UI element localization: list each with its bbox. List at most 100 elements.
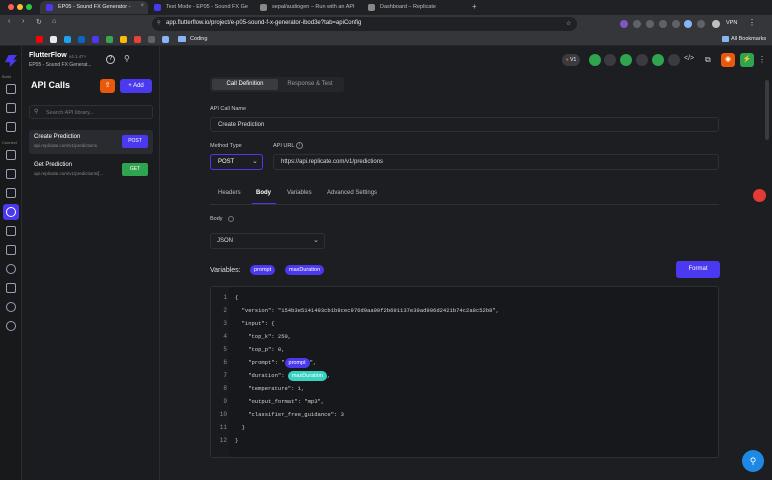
preview-eye-icon[interactable]: ◉ xyxy=(721,53,735,67)
info-icon[interactable] xyxy=(228,216,234,222)
check-status-icon[interactable] xyxy=(620,54,632,66)
back-icon[interactable]: ‹ xyxy=(8,18,10,25)
subtab-body[interactable]: Body xyxy=(256,190,271,196)
status-icon[interactable] xyxy=(604,54,616,66)
scrollbar[interactable] xyxy=(765,80,769,140)
status-icon[interactable] xyxy=(668,54,680,66)
upload-icon[interactable]: ⇪ xyxy=(100,79,115,93)
api-call-name-input[interactable]: Create Prediction xyxy=(210,117,719,132)
all-bookmarks[interactable]: All Bookmarks xyxy=(731,36,766,42)
maximize-window-icon[interactable] xyxy=(26,4,32,10)
vpn-label[interactable]: VPN xyxy=(726,20,737,26)
theme-icon[interactable] xyxy=(6,302,16,312)
storyboard-icon[interactable] xyxy=(6,122,16,132)
info-icon[interactable]: i xyxy=(296,142,303,149)
version-badge[interactable]: ● V1 xyxy=(562,54,580,66)
help-icon[interactable]: ? xyxy=(106,55,115,64)
bookmark-icon[interactable] xyxy=(36,36,43,43)
method-type-dropdown[interactable]: POST ⌄ xyxy=(210,154,263,170)
project-name[interactable]: EP05 - Sound FX Generat... xyxy=(29,62,92,68)
site-info-icon[interactable]: ⚲ xyxy=(157,20,161,26)
search-api-library-input[interactable]: ⚲ Search API library... xyxy=(29,105,153,119)
divider xyxy=(210,204,719,205)
close-tab-icon[interactable]: × xyxy=(140,3,144,9)
bookmark-folder-coding[interactable]: Coding xyxy=(190,36,207,42)
bookmark-icon[interactable] xyxy=(78,36,85,43)
api-list-item-get-prediction[interactable]: Get Prediction api.replicate.com/v1/pred… xyxy=(29,158,153,182)
minimize-window-icon[interactable] xyxy=(17,4,23,10)
extension-icon[interactable] xyxy=(633,20,641,28)
reload-icon[interactable]: ↻ xyxy=(36,18,42,26)
extension-icon[interactable] xyxy=(659,20,667,28)
code-view-icon[interactable]: </> xyxy=(684,55,694,62)
code-line: "temperature": 1, xyxy=(235,385,305,392)
inline-variable-prompt[interactable]: prompt xyxy=(284,358,310,368)
definition-tabs: Call Definition Response & Test xyxy=(210,77,344,92)
widget-tree-icon[interactable] xyxy=(6,103,16,113)
subtab-advanced-settings[interactable]: Advanced Settings xyxy=(327,190,377,196)
json-body-editor[interactable]: 1 2 3 4 5 6 7 8 9 10 11 12 { "version": … xyxy=(210,286,719,458)
tab-call-definition[interactable]: Call Definition xyxy=(212,79,278,90)
media-assets-icon[interactable] xyxy=(6,226,16,236)
variable-chip-prompt[interactable]: prompt xyxy=(250,265,276,275)
flutterflow-logo[interactable] xyxy=(5,55,17,67)
check-status-icon[interactable] xyxy=(652,54,664,66)
inline-variable-maxduration[interactable]: maxDuration xyxy=(287,371,327,381)
close-window-icon[interactable] xyxy=(8,4,14,10)
status-icon[interactable] xyxy=(636,54,648,66)
new-tab-icon[interactable]: + xyxy=(472,2,477,11)
bookmark-icon[interactable] xyxy=(50,36,57,43)
run-icon[interactable]: ⚡ xyxy=(740,53,754,67)
browser-tab-dashboard[interactable]: Dashboard – Replicate xyxy=(362,1,470,14)
bookmark-icon[interactable] xyxy=(120,36,127,43)
panel-title: API Calls xyxy=(31,80,71,90)
bookmark-icon[interactable] xyxy=(106,36,113,43)
record-icon[interactable] xyxy=(753,189,766,202)
rail-section-connect: Connect xyxy=(2,140,17,145)
api-calls-icon[interactable] xyxy=(6,207,16,217)
body-label: Body xyxy=(210,216,223,222)
cloud-functions-icon[interactable] xyxy=(6,264,16,274)
tests-icon[interactable] xyxy=(6,283,16,293)
tab-response-test[interactable]: Response & Test xyxy=(278,79,342,90)
open-external-icon[interactable]: ⧉ xyxy=(705,55,711,65)
bookmark-icon[interactable] xyxy=(148,36,155,43)
extensions-puzzle-icon[interactable] xyxy=(697,20,705,28)
format-button[interactable]: Format xyxy=(676,261,720,278)
subtab-variables[interactable]: Variables xyxy=(287,190,312,196)
search-icon[interactable]: ⚲ xyxy=(124,54,130,63)
check-status-icon[interactable] xyxy=(589,54,601,66)
profile-avatar[interactable] xyxy=(712,20,720,28)
address-bar[interactable]: ⚲ app.flutterflow.io/project/e-p05-sound… xyxy=(152,17,577,31)
extension-icon[interactable] xyxy=(620,20,628,28)
browser-tab-test-mode[interactable]: Test Mode - EP05 - Sound FX Ge xyxy=(148,1,254,14)
subtab-headers[interactable]: Headers xyxy=(218,190,241,196)
firestore-icon[interactable] xyxy=(6,150,16,160)
settings-gear-icon[interactable] xyxy=(6,321,16,331)
app-values-icon[interactable] xyxy=(6,188,16,198)
body-type-dropdown[interactable]: JSON ⌄ xyxy=(210,233,325,249)
api-list-item-create-prediction[interactable]: Create Prediction api.replicate.com/v1/p… xyxy=(29,130,153,154)
api-url-input[interactable]: https://api.replicate.com/v1/predictions xyxy=(273,154,719,170)
bookmark-star-icon[interactable]: ☆ xyxy=(566,20,571,27)
custom-code-icon[interactable] xyxy=(6,245,16,255)
search-help-icon[interactable]: ⚲ xyxy=(742,450,764,472)
x-bookmark-icon[interactable] xyxy=(64,36,71,43)
extension-icon[interactable] xyxy=(672,20,680,28)
more-icon[interactable]: ⋮ xyxy=(758,55,766,64)
forward-icon[interactable]: › xyxy=(22,18,24,25)
browser-tab-ep05[interactable]: EP05 - Sound FX Generator - × xyxy=(40,1,148,14)
page-selector-icon[interactable] xyxy=(6,84,16,94)
browser-menu-icon[interactable]: ⋮ xyxy=(748,18,756,27)
home-icon[interactable]: ⌂ xyxy=(52,18,56,25)
bookmark-icon[interactable] xyxy=(162,36,169,43)
bookmark-icon[interactable] xyxy=(92,36,99,43)
bookmark-icon[interactable] xyxy=(134,36,141,43)
chevron-down-icon: ⌄ xyxy=(252,158,258,165)
extension-icon[interactable] xyxy=(684,20,692,28)
browser-tab-audiogen[interactable]: sepal/audiogen – Run with an API xyxy=(254,1,362,14)
variable-chip-maxduration[interactable]: maxDuration xyxy=(285,265,325,275)
extension-icon[interactable] xyxy=(646,20,654,28)
data-types-icon[interactable] xyxy=(6,169,16,179)
add-api-call-button[interactable]: + Add xyxy=(120,79,152,93)
